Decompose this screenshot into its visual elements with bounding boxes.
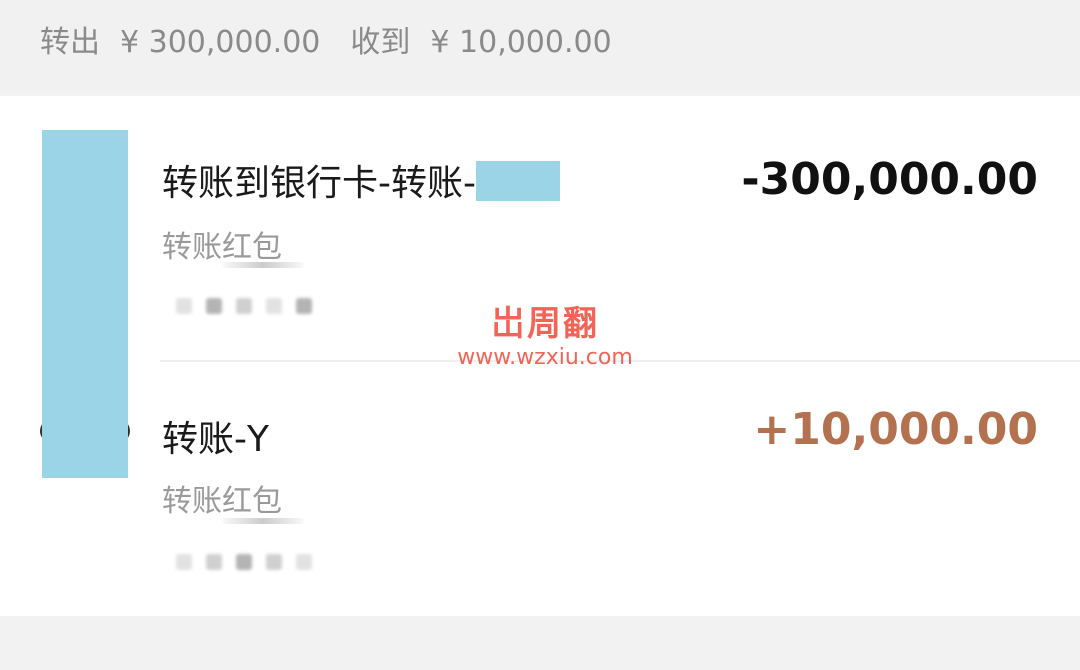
transaction-history-screen: 转出 ¥ 300,000.00 收到 ¥ 10,000.00 转账到银行卡-转账- 转… (0, 0, 1080, 670)
monthly-summary-bar: 转出 ¥ 300,000.00 收到 ¥ 10,000.00 (0, 0, 1080, 90)
summary-out-label: 转出 (40, 25, 100, 60)
summary-in-label: 收到 (350, 25, 411, 60)
transaction-title-text: 转账到银行卡-转账- (162, 163, 476, 204)
watermark: 岀周翻 www.wzxiu.com (440, 304, 650, 372)
footer-area (0, 620, 1080, 670)
blurred-timestamp (176, 296, 312, 316)
transaction-amount: -300,000.00 (741, 154, 1038, 205)
transaction-subtitle: 转账红包 (162, 230, 282, 265)
redaction-mask (475, 161, 560, 201)
transaction-row[interactable]: 转账-Y 转账红包 +10,000.00 (0, 364, 1080, 616)
transaction-subtitle: 转账红包 (162, 484, 282, 519)
summary-out-amount: ¥ 300,000.00 (120, 25, 321, 60)
blurred-text (222, 262, 304, 268)
transaction-title: 转账到银行卡-转账- (162, 154, 560, 206)
blurred-text (222, 518, 304, 524)
avatar-redaction-mask (42, 130, 128, 478)
watermark-logo: 岀周翻 (491, 304, 599, 344)
blurred-timestamp (176, 552, 312, 572)
summary-in-amount: ¥ 10,000.00 (430, 25, 612, 60)
transaction-title: 转账-Y (162, 419, 269, 460)
watermark-url: www.wzxiu.com (457, 345, 633, 370)
transaction-amount: +10,000.00 (753, 404, 1038, 455)
